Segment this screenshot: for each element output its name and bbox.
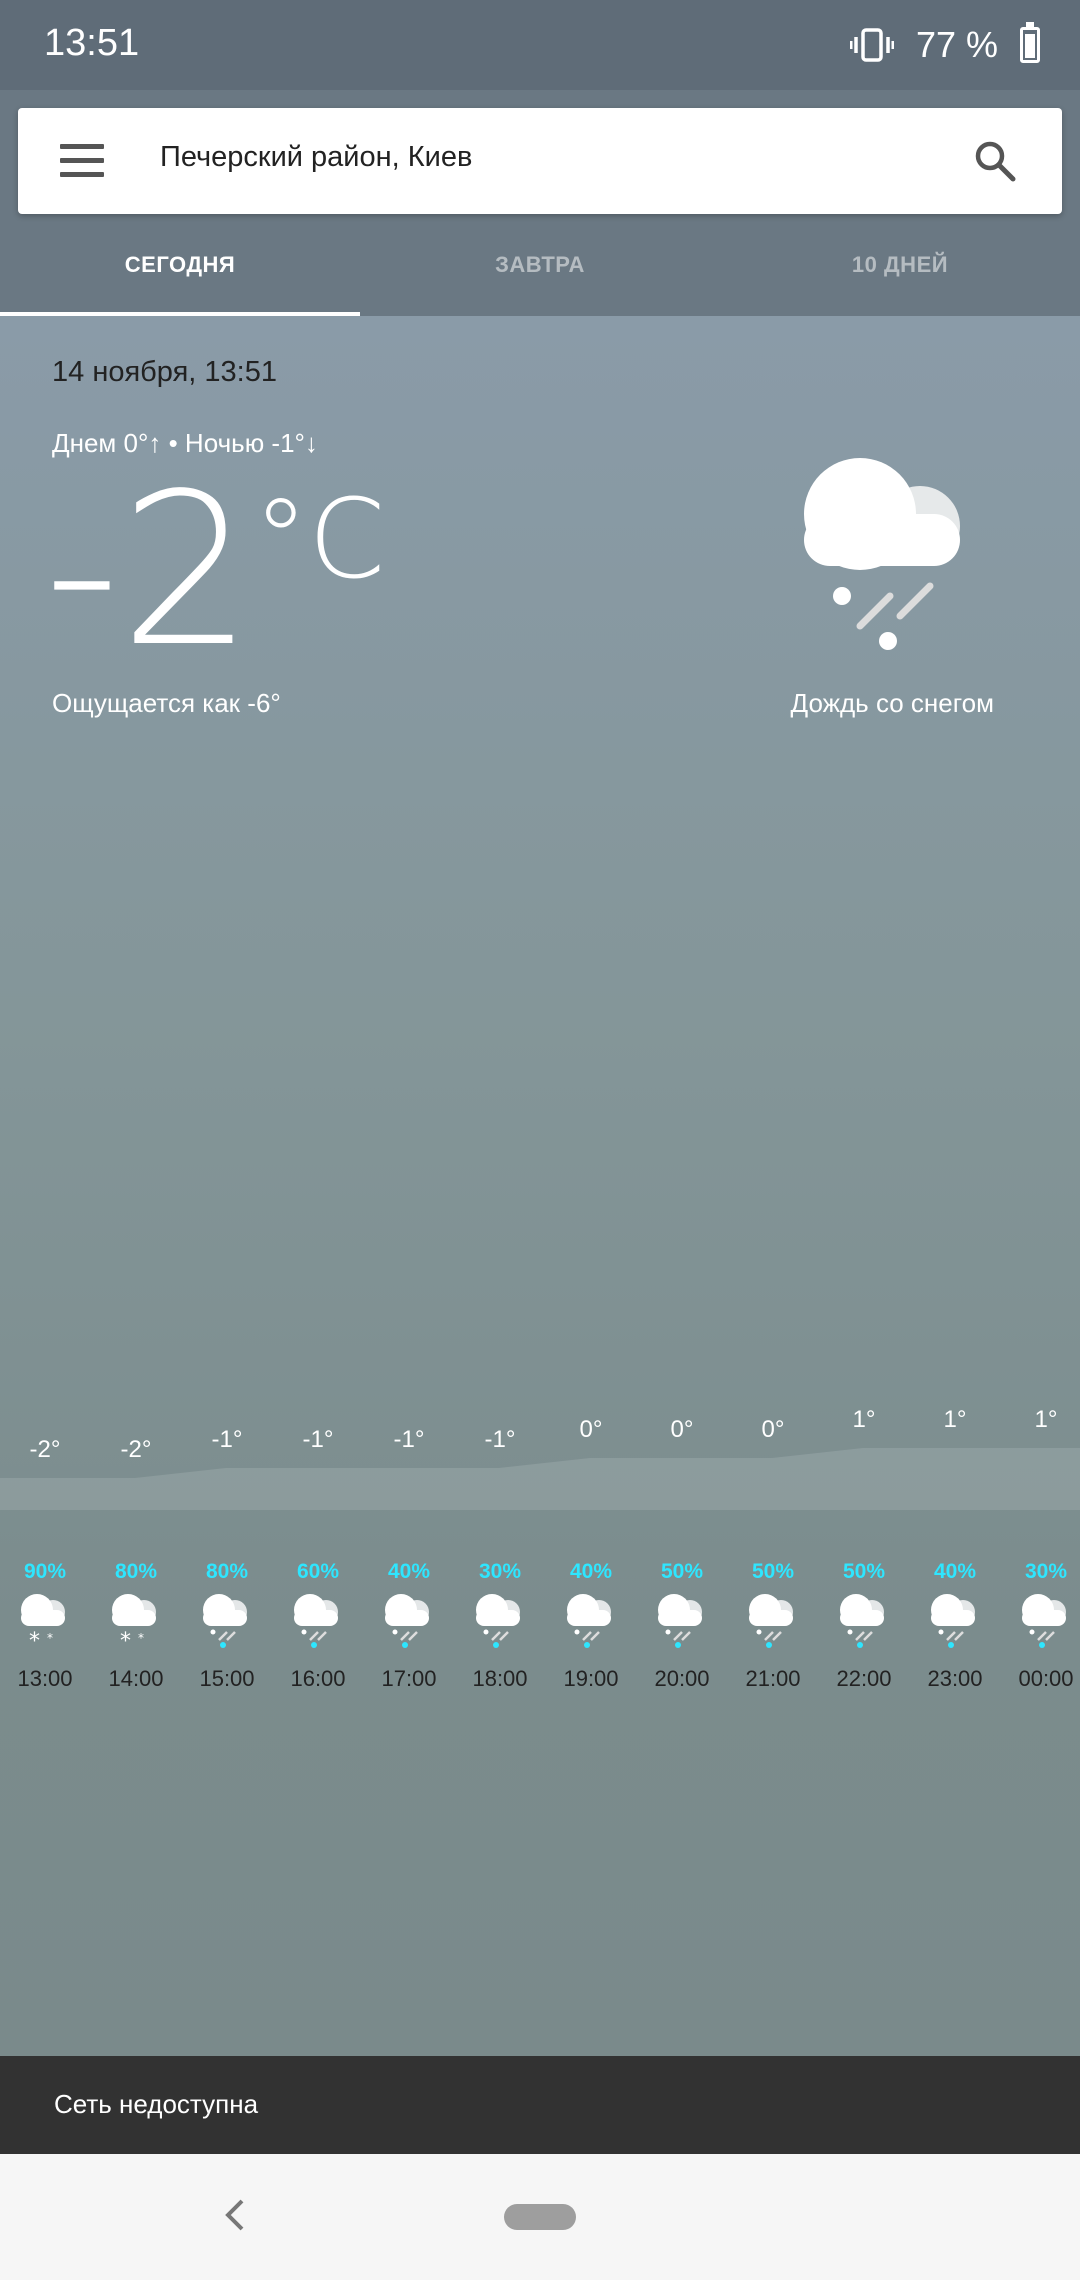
svg-text:*: * xyxy=(120,1629,131,1652)
hour-time: 17:00 xyxy=(381,1666,437,1691)
sleet-icon xyxy=(470,1592,530,1652)
hour-precip-probability: 40% xyxy=(933,1560,977,1583)
sleet-icon xyxy=(925,1592,985,1652)
hour-time: 13:00 xyxy=(17,1666,73,1691)
location-title[interactable]: Печерский район, Киев xyxy=(160,141,472,174)
svg-text:*: * xyxy=(47,1631,53,1645)
sleet-icon xyxy=(1016,1592,1076,1652)
hour-precip-probability: 60% xyxy=(296,1560,340,1583)
hour-time: 00:00 xyxy=(1018,1666,1074,1691)
battery-icon xyxy=(1020,22,1040,63)
feels-like: Ощущается как -6° xyxy=(52,688,281,718)
sleet-icon xyxy=(834,1592,894,1652)
hour-time: 14:00 xyxy=(108,1666,164,1691)
hour-temp: 0° xyxy=(761,1416,785,1443)
snackbar-message: Сеть недоступна xyxy=(54,2089,259,2119)
temp-unit: °C xyxy=(253,475,386,603)
sleet-icon xyxy=(743,1592,803,1652)
home-pill[interactable] xyxy=(504,2204,576,2230)
status-bar: 13:51 77 % xyxy=(0,0,1080,90)
hour-precip-probability: 50% xyxy=(660,1560,704,1583)
sleet-icon xyxy=(561,1592,621,1652)
tab-10-days[interactable]: 10 ДНЕЙ xyxy=(720,230,1080,316)
hour-time: 19:00 xyxy=(563,1666,619,1691)
sleet-icon xyxy=(379,1592,439,1652)
current-temperature: -2°C xyxy=(44,466,385,676)
navigation-bar xyxy=(0,2154,1080,2280)
hourly-forecast[interactable]: -2° 90% * * 13:00 -2° 80% * * 14:00 -1° 80% 15:00 -1°… xyxy=(0,1390,1080,1710)
battery-percent: 77 % xyxy=(915,24,998,65)
hour-temp: 1° xyxy=(943,1406,967,1433)
vibrate-icon xyxy=(849,28,894,62)
hour-temp: -2° xyxy=(120,1436,152,1463)
hour-time: 20:00 xyxy=(654,1666,710,1691)
hour-precip-probability: 80% xyxy=(205,1560,249,1583)
hour-precip-probability: 50% xyxy=(842,1560,886,1583)
hour-time: 23:00 xyxy=(927,1666,983,1691)
svg-text:*: * xyxy=(138,1631,144,1645)
hour-precip-probability: 90% xyxy=(23,1560,67,1583)
sleet-icon xyxy=(804,458,960,650)
hour-precip-probability: 50% xyxy=(751,1560,795,1583)
hour-time: 15:00 xyxy=(199,1666,255,1691)
hour-time: 21:00 xyxy=(745,1666,801,1691)
hour-precip-probability: 40% xyxy=(387,1560,431,1583)
svg-text:*: * xyxy=(29,1629,40,1652)
status-time: 13:51 xyxy=(44,22,140,64)
hour-temp: -1° xyxy=(484,1426,516,1453)
current-weather-panel: 14 ноября, 13:51 Днем 0°↑ • Ночью -1°↓ -… xyxy=(0,316,1080,2056)
day-tabs: СЕГОДНЯ ЗАВТРА 10 ДНЕЙ xyxy=(0,230,1080,316)
hour-precip-probability: 40% xyxy=(569,1560,613,1583)
snow-icon: * * xyxy=(15,1592,75,1654)
hour-precip-probability: 30% xyxy=(1024,1560,1068,1583)
sleet-icon xyxy=(652,1592,712,1652)
back-icon[interactable] xyxy=(222,2198,248,2232)
location-search-bar[interactable]: Печерский район, Киев xyxy=(18,108,1062,214)
hour-precip-probability: 30% xyxy=(478,1560,522,1583)
hour-temp: 0° xyxy=(579,1416,603,1443)
hour-temp: -2° xyxy=(29,1436,61,1463)
hour-time: 22:00 xyxy=(836,1666,892,1691)
current-date: 14 ноября, 13:51 xyxy=(52,356,277,388)
hour-temp: -1° xyxy=(393,1426,425,1453)
hour-temp: -1° xyxy=(211,1426,243,1453)
hour-temp: -1° xyxy=(302,1426,334,1453)
search-icon[interactable] xyxy=(972,138,1018,184)
snow-icon: * * xyxy=(106,1592,166,1654)
hour-temp: 0° xyxy=(670,1416,694,1443)
snackbar: Сеть недоступна xyxy=(0,2056,1080,2154)
hour-time: 18:00 xyxy=(472,1666,528,1691)
hour-precip-probability: 80% xyxy=(114,1560,158,1583)
hour-temp: 1° xyxy=(852,1406,876,1433)
hour-time: 16:00 xyxy=(290,1666,346,1691)
sleet-icon xyxy=(288,1592,348,1652)
menu-icon[interactable] xyxy=(60,144,104,178)
tab-today[interactable]: СЕГОДНЯ xyxy=(0,230,360,316)
condition-label: Дождь со снегом xyxy=(790,688,994,718)
tab-tomorrow[interactable]: ЗАВТРА xyxy=(360,230,720,316)
status-icons: 77 % xyxy=(849,20,1040,70)
sleet-icon xyxy=(197,1592,257,1652)
hour-temp: 1° xyxy=(1034,1406,1058,1433)
temp-value: -2 xyxy=(44,448,254,693)
